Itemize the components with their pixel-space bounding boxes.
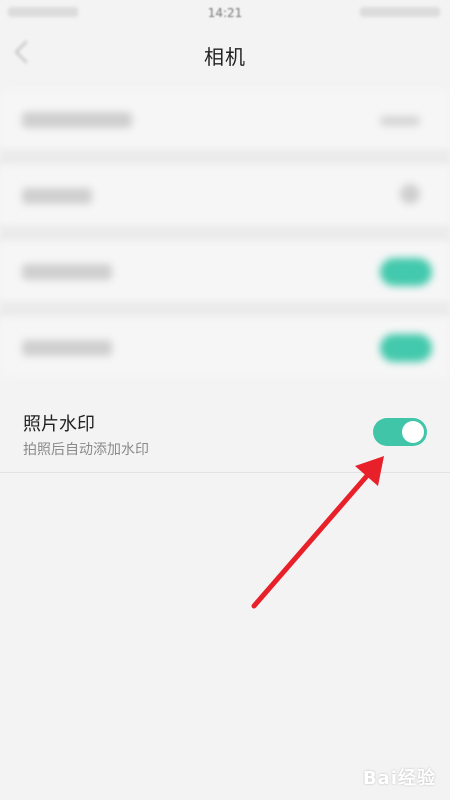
- watermark-logo: Bai经验: [362, 768, 436, 789]
- red-arrow-annotation: [251, 456, 384, 609]
